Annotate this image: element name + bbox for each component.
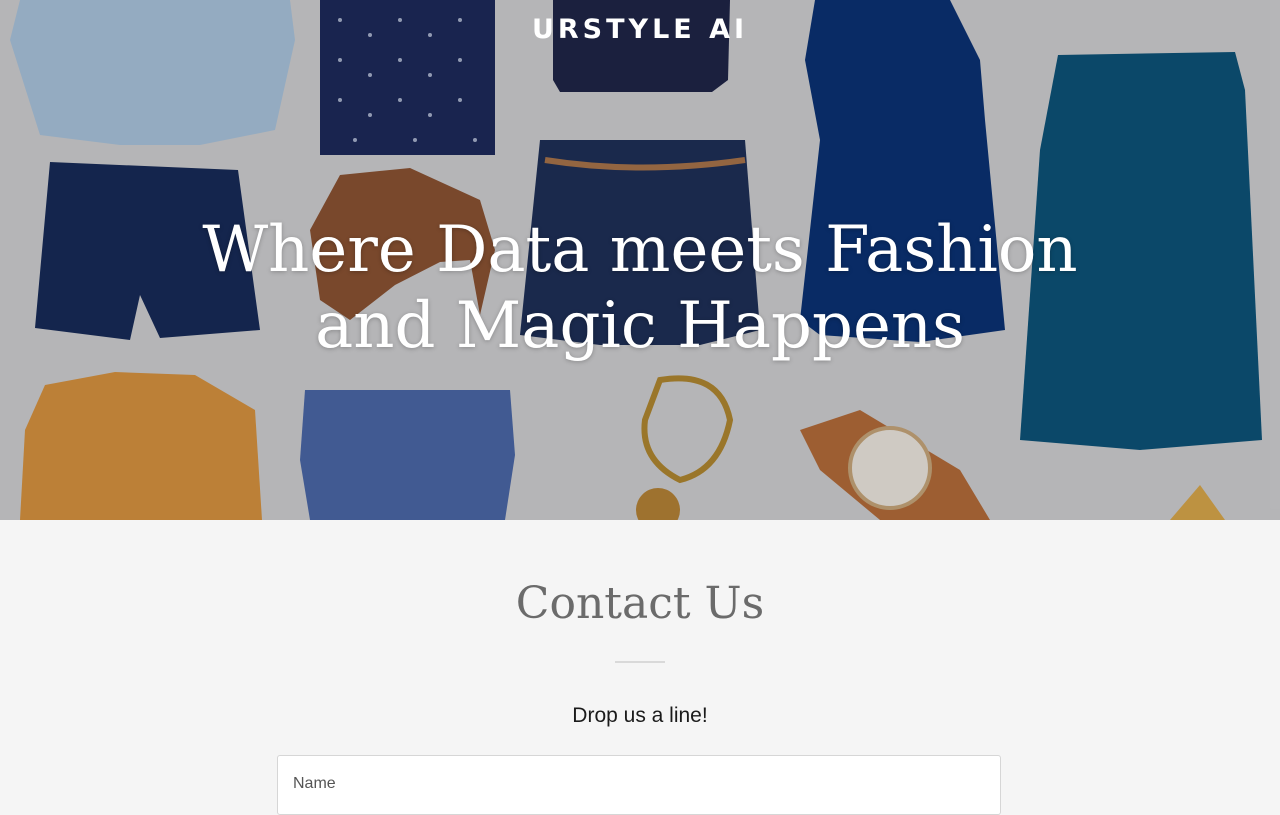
name-field[interactable] xyxy=(278,756,1000,812)
contact-subtitle: Drop us a line! xyxy=(572,704,708,727)
hero-headline: Where Data meets Fashion and Magic Happe… xyxy=(0,212,1280,364)
brand-logo[interactable]: URSTYLE AI xyxy=(0,14,1280,45)
hero-headline-line2: and Magic Happens xyxy=(315,289,965,363)
title-divider xyxy=(615,661,665,663)
name-field-container xyxy=(277,755,1001,815)
hero-headline-line1: Where Data meets Fashion xyxy=(202,213,1078,287)
hero-section: URSTYLE AI Where Data meets Fashion and … xyxy=(0,0,1280,520)
contact-title: Contact Us xyxy=(515,578,765,629)
